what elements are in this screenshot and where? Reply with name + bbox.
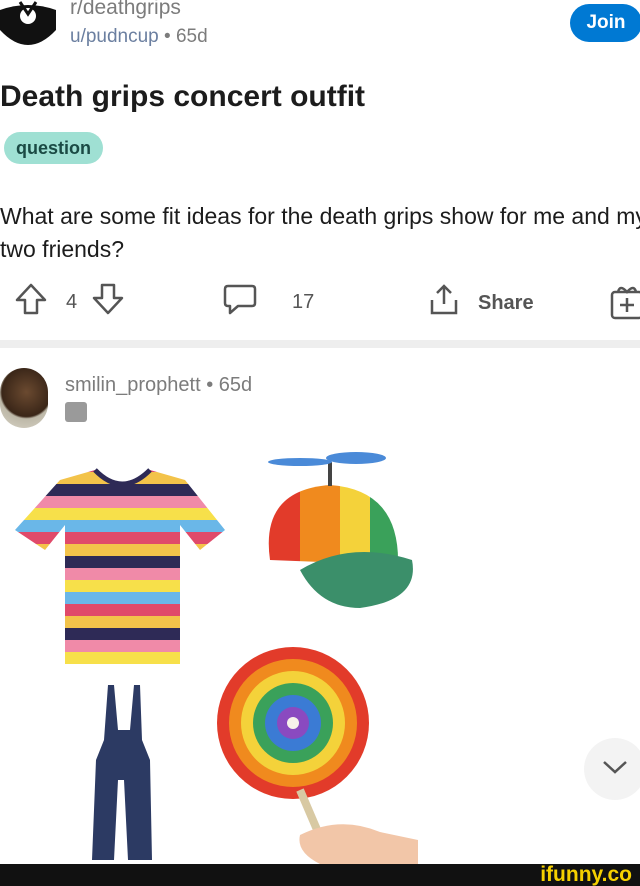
downvote-icon[interactable] xyxy=(91,282,125,322)
ifunny-watermark: ifunny.co xyxy=(540,863,632,886)
vote-group: 4 xyxy=(14,282,125,322)
join-button[interactable]: Join xyxy=(570,4,640,42)
comment-count: 17 xyxy=(292,290,315,313)
striped-tshirt-illustration xyxy=(15,468,225,664)
collapse-button[interactable] xyxy=(584,738,640,800)
flair-badge[interactable]: question xyxy=(4,132,103,164)
comment-age: 65d xyxy=(218,374,253,396)
outfit-image[interactable] xyxy=(0,440,640,864)
commenter-avatar[interactable] xyxy=(0,368,48,428)
image-badge-icon xyxy=(65,402,87,422)
watermark-bar: ifunny.co xyxy=(0,864,640,886)
share-button[interactable]: Share xyxy=(426,282,534,324)
comment-meta-separator: • xyxy=(206,374,214,396)
denim-overalls-illustration xyxy=(92,685,152,860)
share-icon xyxy=(426,282,462,324)
chevron-down-icon xyxy=(600,757,630,782)
comments-button[interactable]: 17 xyxy=(222,282,314,322)
subreddit-name[interactable]: r/deathgrips xyxy=(70,0,181,20)
upvote-icon[interactable] xyxy=(14,282,48,322)
propeller-cap-illustration xyxy=(268,452,413,608)
vote-count: 4 xyxy=(66,290,78,313)
meta-separator: • xyxy=(164,26,171,47)
comment-bubble-icon xyxy=(222,282,258,322)
post-title: Death grips concert outfit xyxy=(0,80,366,113)
post-age: 65d xyxy=(175,26,208,47)
subreddit-avatar-icon[interactable] xyxy=(0,0,56,52)
post-body: What are some fit ideas for the death gr… xyxy=(0,203,640,262)
share-label: Share xyxy=(478,291,534,314)
commenter-username[interactable]: smilin_prophett xyxy=(65,374,201,396)
award-icon[interactable] xyxy=(608,282,640,325)
comment-meta: smilin_prophett • 65d xyxy=(65,374,252,397)
rainbow-lollipop-illustration xyxy=(217,647,418,864)
post-meta: u/pudncup • 65d xyxy=(70,26,208,48)
section-divider xyxy=(0,340,640,348)
author-link[interactable]: u/pudncup xyxy=(70,26,159,47)
